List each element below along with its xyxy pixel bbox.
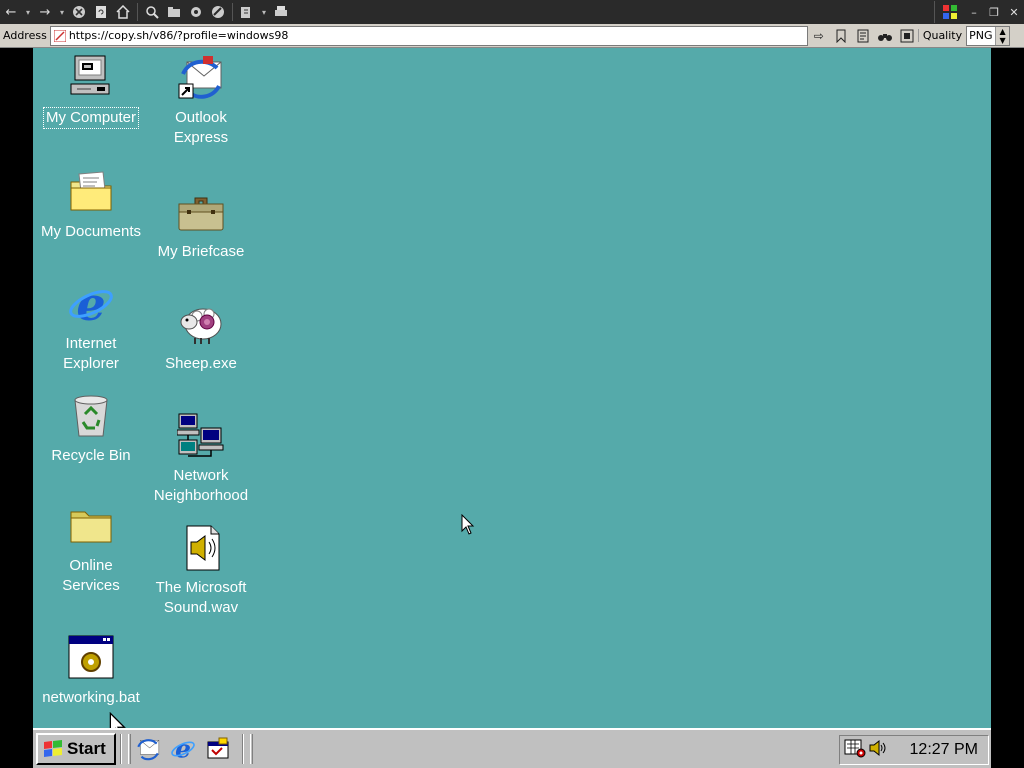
icon-label: My Briefcase [157,243,245,260]
icon-label: Network Neighborhood [153,467,249,504]
taskbar-divider [242,734,244,764]
network-neighborhood-icon [175,410,227,462]
toolbar-separator [232,3,233,21]
taskbar-grip[interactable] [250,734,253,764]
toolbar-separator [137,3,138,21]
svg-text:e: e [175,736,191,762]
desktop[interactable]: My Computer My Documents e Internet Expl… [33,48,991,739]
desktop-icon-microsoft-sound[interactable]: The Microsoft Sound.wav [143,522,259,618]
edit-icon[interactable] [236,1,258,23]
folder-icon [65,500,117,552]
icon-label: Internet Explorer [63,335,119,372]
desktop-icon-outlook-express[interactable]: Outlook Express [143,52,259,148]
back-arrow-icon[interactable]: ← [0,1,22,23]
restore-icon[interactable]: ❐ [984,2,1004,22]
desktop-icon-online-services[interactable]: Online Services [33,500,149,596]
desktop-icon-network-neighborhood[interactable]: Network Neighborhood [143,410,259,506]
address-bar: Address https://copy.sh/v86/?profile=win… [0,24,1024,48]
icon-label: Sheep.exe [165,355,237,372]
outlook-express-icon [175,52,227,104]
sheep-icon [175,298,227,350]
tools-icon[interactable] [207,1,229,23]
windows-flag-icon [934,1,964,23]
stop-icon[interactable] [68,1,90,23]
search-icon[interactable] [141,1,163,23]
clock[interactable]: 12:27 PM [910,741,978,759]
show-desktop-icon [207,737,229,759]
icon-label: The Microsoft Sound.wav [155,579,247,616]
chevron-down-icon: ▲ ▼ [995,26,1010,45]
system-tray: 12:27 PM [839,735,989,765]
briefcase-icon [175,186,227,238]
icon-label: Outlook Express [173,109,229,146]
icon-label: networking.bat [42,689,140,706]
desktop-icon-my-documents[interactable]: My Documents [33,166,149,242]
quality-label: Quality [917,29,966,42]
screenshot-icon[interactable] [896,26,918,46]
close-icon[interactable]: ✕ [1004,2,1024,22]
home-icon[interactable] [112,1,134,23]
recycle-bin-icon [65,390,117,442]
print-icon[interactable] [270,1,292,23]
my-documents-icon [65,166,117,218]
batch-file-icon [65,632,117,684]
quick-launch-outlook[interactable] [133,734,163,764]
icon-label: Recycle Bin [51,447,131,464]
bookmark-icon[interactable] [830,26,852,46]
format-value: PNG [969,29,993,42]
desktop-icon-my-briefcase[interactable]: My Briefcase [143,186,259,262]
svg-text:e: e [76,280,105,328]
reload-icon[interactable] [90,1,112,23]
edit-dropdown-icon[interactable]: ▾ [258,1,270,23]
page-info-icon[interactable] [852,26,874,46]
internet-explorer-icon: e [171,736,195,762]
quick-launch-ie[interactable]: e [168,734,198,764]
forward-dropdown-icon[interactable]: ▾ [56,1,68,23]
start-button[interactable]: Start [36,733,116,765]
image-format-select[interactable]: PNG ▲ ▼ [966,25,1011,46]
icon-label: Online Services [62,557,120,594]
address-label: Address [3,29,47,42]
quick-launch-show-desktop[interactable] [203,734,233,764]
quick-launch-grip[interactable] [128,734,131,764]
windows-flag-icon [44,740,62,757]
window-controls: – ❐ ✕ [934,0,1024,24]
sound-file-icon [175,522,227,574]
icon-label: My Computer [42,107,140,129]
binoculars-icon[interactable] [874,26,896,46]
page-favicon-icon [53,29,66,42]
desktop-icon-internet-explorer[interactable]: e Internet Explorer [33,278,149,374]
go-arrow-icon[interactable]: ⇨ [808,26,830,46]
taskbar: Start e 12:27 PM [33,728,991,768]
mouse-pointer-icon [461,514,475,535]
volume-speaker-icon[interactable] [868,738,888,762]
browser-toolbar: ← ▾ → ▾ ▾ – ❐ ✕ [0,0,1024,24]
desktop-icon-recycle-bin[interactable]: Recycle Bin [33,390,149,466]
icon-label: My Documents [40,223,142,240]
settings-gear-icon[interactable] [185,1,207,23]
scheduler-icon[interactable] [844,738,866,762]
taskbar-divider [120,734,122,764]
minimize-icon[interactable]: – [964,2,984,22]
forward-arrow-icon[interactable]: → [34,1,56,23]
desktop-icon-my-computer[interactable]: My Computer [33,52,149,129]
internet-explorer-icon: e [65,278,117,330]
desktop-icon-sheep-exe[interactable]: Sheep.exe [143,298,259,374]
start-label: Start [67,739,106,758]
desktop-icon-networking-bat[interactable]: networking.bat [33,632,149,708]
folder-open-icon[interactable] [163,1,185,23]
my-computer-icon [65,52,117,104]
back-dropdown-icon[interactable]: ▾ [22,1,34,23]
url-field[interactable]: https://copy.sh/v86/?profile=windows98 [49,25,808,46]
url-text: https://copy.sh/v86/?profile=windows98 [68,29,289,42]
emulator-screen[interactable]: My Computer My Documents e Internet Expl… [33,48,991,768]
outlook-express-icon [137,739,160,761]
